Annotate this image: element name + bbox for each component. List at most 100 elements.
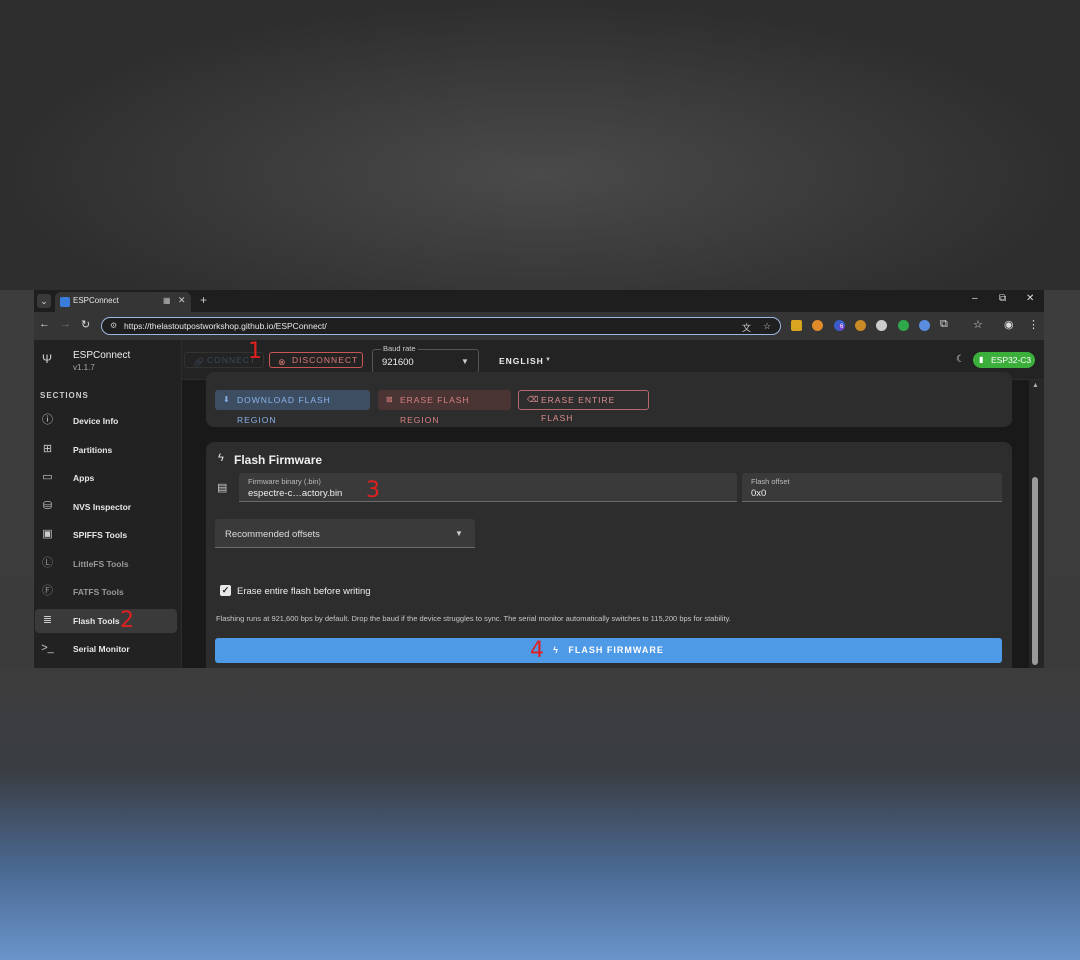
tab-title: ESPConnect xyxy=(73,296,119,305)
tab-search-button[interactable]: ⌄ xyxy=(37,294,51,308)
espconnect-app: Ψ ESPConnect v1.1.7 SECTIONS ⓘ Device In… xyxy=(34,340,1044,668)
restore-button[interactable]: ⧉ xyxy=(999,293,1006,304)
sidebar-item-partitions[interactable]: ⊞ Partitions xyxy=(35,438,177,462)
recommended-offsets-value: Recommended offsets xyxy=(225,529,320,540)
folder-search-icon: ▣ xyxy=(42,528,53,540)
scroll-up-icon[interactable]: ▲ xyxy=(1032,382,1039,389)
sidebar-item-littlefs-tools[interactable]: Ⓛ LittleFS Tools xyxy=(35,552,177,576)
browser-menu-icon[interactable]: ⋮ xyxy=(1028,318,1039,331)
chip-icon: ▮ xyxy=(979,355,984,364)
annotation-2: 2 xyxy=(120,608,134,633)
extension-icon-1[interactable] xyxy=(791,320,802,331)
sidebar-item-label: Apps xyxy=(73,473,95,483)
flash-button-label: FLASH FIRMWARE xyxy=(568,645,664,655)
firmware-binary-input[interactable]: Firmware binary (.bin) espectre-c…actory… xyxy=(239,473,737,502)
blurred-background-bottom xyxy=(0,668,1080,960)
recommended-offsets-select[interactable]: Recommended offsets ▼ xyxy=(215,519,475,548)
sidebar-item-nvs-inspector[interactable]: ⛁ NVS Inspector xyxy=(35,495,177,519)
tab-close-icon[interactable]: ✕ xyxy=(178,295,186,306)
minimize-button[interactable]: – xyxy=(972,293,978,304)
browser-tab[interactable]: ESPConnect ▦ ✕ xyxy=(55,292,191,312)
sidebar: Ψ ESPConnect v1.1.7 SECTIONS ⓘ Device In… xyxy=(34,340,182,668)
app-name: ESPConnect xyxy=(73,350,131,361)
new-tab-button[interactable]: + xyxy=(200,293,207,307)
sidebar-item-fatfs-tools[interactable]: Ⓕ FATFS Tools xyxy=(35,580,177,604)
translate-icon[interactable]: 文 xyxy=(742,321,751,334)
flash-offset-label: Flash offset xyxy=(751,477,790,486)
erase-entire-flash-button[interactable]: ⌫ ERASE ENTIRE FLASH xyxy=(518,390,649,423)
sidebar-item-label: FATFS Tools xyxy=(73,587,124,597)
extension-icon-2[interactable] xyxy=(812,320,823,331)
back-icon[interactable]: ← xyxy=(39,318,50,330)
favicon-icon xyxy=(60,297,70,307)
disconnect-button[interactable]: ⊗ DISCONNECT xyxy=(269,352,363,368)
download-icon: ⬇ xyxy=(223,395,231,404)
eraser-icon: ⌫ xyxy=(527,395,540,404)
close-circle-icon: ⊗ xyxy=(278,357,287,367)
language-label: ENGLISH xyxy=(499,356,544,366)
sidebar-item-flash-tools[interactable]: ≣ Flash Tools xyxy=(35,609,177,633)
profile-icon[interactable]: ◉ xyxy=(1004,318,1014,331)
theme-toggle-icon[interactable]: ☾ xyxy=(956,354,965,365)
sections-label: SECTIONS xyxy=(40,391,89,400)
disconnect-label: DISCONNECT xyxy=(292,355,359,365)
sidebar-item-label: Partitions xyxy=(73,445,113,455)
reload-icon[interactable]: ↻ xyxy=(81,318,90,331)
sidebar-item-label: Serial Monitor xyxy=(73,644,130,654)
erase-entire-label: ERASE ENTIRE FLASH xyxy=(541,395,616,423)
sidebar-item-spiffs-tools[interactable]: ▣ SPIFFS Tools xyxy=(35,523,177,547)
file-icon: ▤ xyxy=(217,482,228,494)
card-title: Flash Firmware xyxy=(234,453,323,467)
url-text[interactable]: https://thelastoutpostworkshop.github.io… xyxy=(124,321,327,331)
sidebar-item-device-info[interactable]: ⓘ Device Info xyxy=(35,409,177,433)
content-scrollbar[interactable]: ▲ xyxy=(1029,380,1044,668)
annotation-4: 4 xyxy=(530,638,544,663)
link-icon: 🔗︎ xyxy=(193,357,206,367)
extension-icon-5[interactable] xyxy=(876,320,887,331)
scroll-thumb[interactable] xyxy=(1032,477,1038,665)
erase-flash-region-button[interactable]: ⊠ ERASE FLASH REGION xyxy=(378,390,511,425)
sidebar-item-label: NVS Inspector xyxy=(73,502,132,512)
flash-offset-input[interactable]: Flash offset 0x0 xyxy=(742,473,1002,502)
database-search-icon: ⛁ xyxy=(42,500,53,512)
firmware-binary-value: espectre-c…actory.bin xyxy=(248,488,343,499)
extensions-puzzle-icon[interactable]: ⧉ xyxy=(940,318,948,331)
sidebar-item-serial-monitor[interactable]: >_ Serial Monitor xyxy=(35,637,177,661)
address-bar[interactable]: ⚙ https://thelastoutpostworkshop.github.… xyxy=(101,317,781,335)
erase-checkbox-label[interactable]: Erase entire flash before writing xyxy=(237,586,371,597)
flash-firmware-card: ϟ Flash Firmware ▤ Firmware binary (.bin… xyxy=(206,442,1012,668)
tab-media-icon: ▦ xyxy=(163,296,171,305)
info-icon: ⓘ xyxy=(42,414,53,426)
forward-icon[interactable]: → xyxy=(60,318,71,330)
layers-icon: ≣ xyxy=(42,614,53,626)
tab-strip: ⌄ ESPConnect ▦ ✕ + – ⧉ ✕ xyxy=(34,290,1044,312)
sidebar-item-label: SPIFFS Tools xyxy=(73,530,128,540)
browser-window: ⌄ ESPConnect ▦ ✕ + – ⧉ ✕ ← → ↻ ⚙ https:/… xyxy=(34,290,1044,668)
littlefs-icon: Ⓛ xyxy=(42,557,53,569)
extension-icon-7[interactable] xyxy=(919,320,930,331)
main-content: ⬇ DOWNLOAD FLASH REGION ⊠ ERASE FLASH RE… xyxy=(182,372,1029,668)
bookmark-star-icon[interactable]: ☆ xyxy=(763,321,771,332)
close-window-button[interactable]: ✕ xyxy=(1026,293,1034,304)
firmware-binary-label: Firmware binary (.bin) xyxy=(248,477,321,486)
extension-icon-3[interactable]: 6 xyxy=(834,320,845,331)
download-label: DOWNLOAD FLASH REGION xyxy=(237,395,331,425)
extension-icon-6[interactable] xyxy=(898,320,909,331)
site-info-icon[interactable]: ⚙ xyxy=(110,321,117,330)
lightning-icon: ϟ xyxy=(553,645,559,655)
download-flash-region-button[interactable]: ⬇ DOWNLOAD FLASH REGION xyxy=(215,390,370,425)
sidebar-item-apps[interactable]: ▭ Apps xyxy=(35,466,177,490)
app-version: v1.1.7 xyxy=(73,363,95,372)
bookmarks-icon[interactable]: ☆ xyxy=(973,318,983,331)
erase-entire-flash-checkbox[interactable]: ✓ xyxy=(220,585,231,596)
apps-icon: ▭ xyxy=(42,471,53,483)
chip-label: ESP32-C3 xyxy=(991,355,1032,365)
baud-rate-select[interactable]: Baud rate 921600 ▼ xyxy=(372,344,479,373)
flash-firmware-button[interactable]: ϟ FLASH FIRMWARE xyxy=(215,638,1002,663)
fatfs-icon: Ⓕ xyxy=(42,585,53,597)
chevron-down-icon: ▼ xyxy=(461,357,469,366)
extension-icon-4[interactable] xyxy=(855,320,866,331)
chevron-down-icon: ▼ xyxy=(455,529,463,538)
flash-hint-text: Flashing runs at 921,600 bps by default.… xyxy=(216,614,731,623)
extension-badge: 6 xyxy=(839,324,845,330)
